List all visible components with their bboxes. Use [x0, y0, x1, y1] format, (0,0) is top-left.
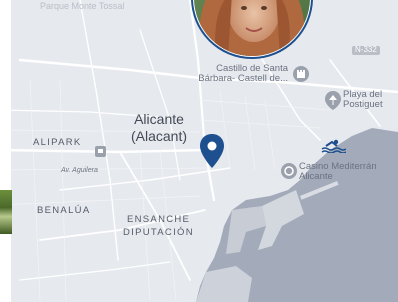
city-label: Alicante (Alacant) — [116, 111, 202, 145]
poi-castle-line2: Bárbara- Castell de... — [198, 73, 288, 85]
landmark-icon[interactable] — [291, 64, 311, 84]
transit-stop-icon[interactable] — [95, 146, 106, 157]
district-alipark: ALIPARK — [33, 137, 82, 148]
map-view[interactable]: Parque Monte Tossal N-332 Castillo de Sa… — [0, 0, 398, 302]
park-label: Parque Monte Tossal — [40, 1, 125, 11]
swimming-icon — [321, 139, 346, 153]
city-name: Alicante — [134, 111, 184, 127]
side-panel-edge — [0, 0, 11, 190]
beach-icon[interactable] — [322, 89, 344, 111]
district-benalua: BENALÚA — [37, 205, 91, 216]
location-pin-icon[interactable] — [198, 133, 226, 169]
district-ensanche: ENSANCHE — [127, 214, 191, 225]
poi-casino-label[interactable]: Casino Mediterrán Alicante — [299, 161, 377, 183]
district-diputacion: DIPUTACIÓN — [123, 227, 194, 238]
poi-castle-label[interactable]: Castillo de Santa Bárbara- Castell de... — [176, 63, 288, 85]
profile-avatar[interactable] — [172, 0, 332, 60]
street-label: Av. Aguilera — [61, 167, 98, 174]
side-panel-edge-lower — [0, 234, 11, 302]
casino-icon[interactable] — [279, 161, 299, 181]
poi-beach-line2: Postiguet — [343, 99, 383, 111]
poi-casino-line2: Alicante — [299, 171, 333, 183]
highway-badge: N-332 — [352, 45, 380, 55]
city-local-name: (Alacant) — [130, 128, 188, 144]
thumbnail-photo — [0, 190, 12, 234]
poi-beach-label[interactable]: Playa del Postiguet — [343, 89, 383, 111]
